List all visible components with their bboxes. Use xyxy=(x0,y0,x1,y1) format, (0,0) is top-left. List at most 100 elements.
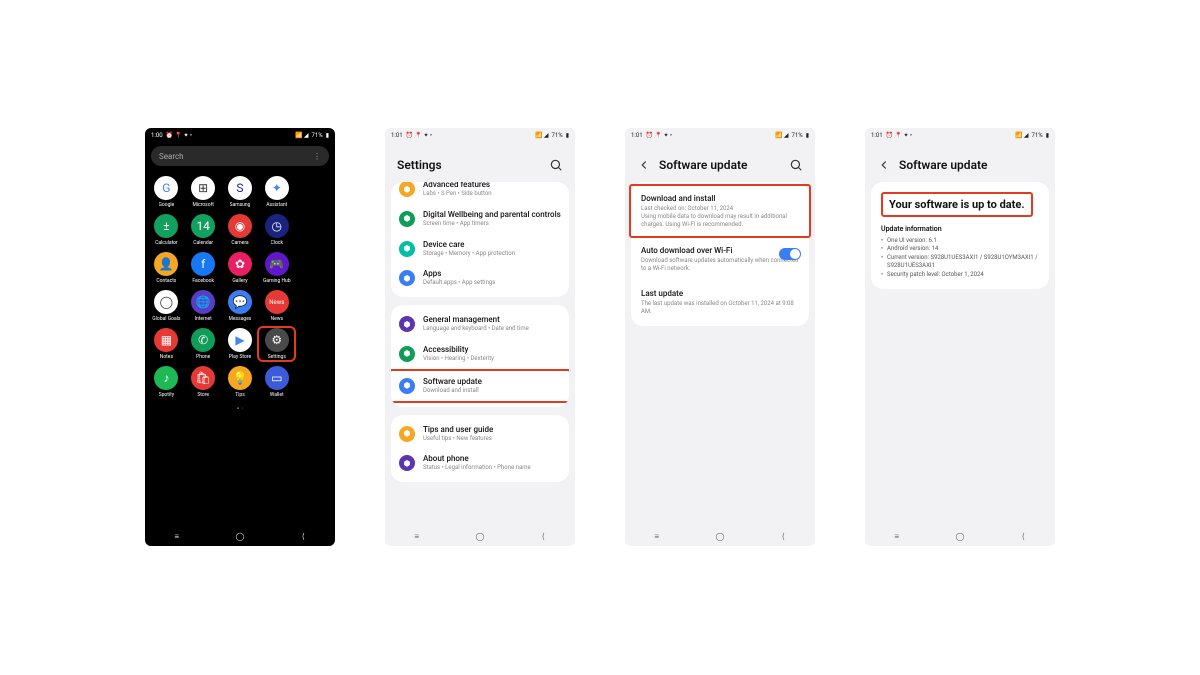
app-label: Camera xyxy=(231,240,248,246)
settings-item-general-management[interactable]: ⬢General managementLanguage and keyboard… xyxy=(391,309,569,339)
app-label: Phone xyxy=(196,354,210,360)
settings-item-advanced-features[interactable]: ⬢Advanced featuresLabs • S Pen • Side bu… xyxy=(391,182,569,204)
app-label: Messages xyxy=(229,316,252,322)
app-gallery[interactable]: ✿Gallery xyxy=(223,252,258,284)
swu-item-title: Download and install xyxy=(641,194,799,203)
update-info-bullet: One UI version: 6.1 xyxy=(881,237,1039,245)
swu-item-subtitle: Last checked on: October 11, 2024 Using … xyxy=(641,205,799,228)
back-button[interactable]: ⟨ xyxy=(776,529,790,543)
app-spotify[interactable]: ♪Spotify xyxy=(149,366,184,398)
back-icon[interactable] xyxy=(637,158,651,172)
app-global-goals[interactable]: ◯Global Goals xyxy=(149,290,184,322)
app-gaming-hub[interactable]: 🎮Gaming Hub xyxy=(259,252,294,284)
app-tips[interactable]: 💡Tips xyxy=(223,366,258,398)
app-label: Gaming Hub xyxy=(263,278,291,284)
app-label: Clock xyxy=(271,240,283,246)
battery-text: 71% xyxy=(552,132,563,139)
app-phone[interactable]: ✆ Phone xyxy=(186,328,221,360)
Store-icon: 🛍 xyxy=(191,366,215,390)
app-internet[interactable]: 🌐Internet xyxy=(186,290,221,322)
back-button[interactable]: ⟨ xyxy=(296,529,310,543)
home-button[interactable]: ◯ xyxy=(473,529,487,543)
settings-item-software-update[interactable]: ⬢Software updateDownload and install xyxy=(391,369,569,403)
app-notes[interactable]: ▦Notes xyxy=(149,328,184,360)
Spotify-icon: ♪ xyxy=(154,366,178,390)
Microsoft-icon: ⊞ xyxy=(191,176,215,200)
status-indicator-icons: ⏰ 📍 ✦ • xyxy=(166,132,192,139)
settings-item-title: General management xyxy=(423,315,561,324)
app-calendar[interactable]: 14Calendar xyxy=(186,214,221,246)
battery-icon: ▮ xyxy=(326,132,329,139)
app-contacts[interactable]: 👤Contacts xyxy=(149,252,184,284)
signal-icon: 📶 ◢ xyxy=(295,132,309,139)
app-label: Store xyxy=(197,392,209,398)
recents-button[interactable]: ≡ xyxy=(410,529,424,543)
app-label: Play Store xyxy=(229,354,251,360)
app-microsoft[interactable]: ⊞Microsoft xyxy=(186,176,221,208)
home-button[interactable]: ◯ xyxy=(713,529,727,543)
settings-item-digital-wellbeing-and-parental-controls[interactable]: ⬢Digital Wellbeing and parental controls… xyxy=(391,204,569,234)
battery-icon: ▮ xyxy=(566,132,569,139)
app-news[interactable]: NewsNews xyxy=(259,290,294,322)
settings-item-apps[interactable]: ⬢AppsDefault apps • App settings xyxy=(391,263,569,293)
signal-icon: 📶 ◢ xyxy=(535,132,549,139)
settings-item-icon: ⬢ xyxy=(399,346,415,362)
search-icon[interactable] xyxy=(549,158,563,172)
status-indicator-icons: ⏰ 📍 ✦ • xyxy=(406,132,432,139)
search-placeholder: Search xyxy=(159,152,184,161)
status-bar: 1:01 ⏰ 📍 ✦ • 📶 ◢ 71% ▮ xyxy=(865,128,1055,142)
navigation-bar: ≡ ◯ ⟨ xyxy=(865,526,1055,546)
recents-button[interactable]: ≡ xyxy=(890,529,904,543)
app-facebook[interactable]: fFacebook xyxy=(186,252,221,284)
settings-header: Settings xyxy=(385,142,575,182)
home-button[interactable]: ◯ xyxy=(953,529,967,543)
app-camera[interactable]: ◉Camera xyxy=(223,214,258,246)
swu-item-auto-download-over-wi-fi[interactable]: Auto download over Wi-FiDownload softwar… xyxy=(631,238,809,281)
navigation-bar: ≡ ◯ ⟨ xyxy=(145,526,335,546)
app-label: Samsung xyxy=(230,202,251,208)
back-button[interactable]: ⟨ xyxy=(536,529,550,543)
swu-item-download-and-install[interactable]: Download and install Last checked on: Oct… xyxy=(629,184,811,238)
app-google[interactable]: GGoogle xyxy=(149,176,184,208)
settings-item-icon: ⬢ xyxy=(399,378,415,394)
status-bar: 1:01 ⏰ 📍 ✦ • 📶 ◢ 71% ▮ xyxy=(385,128,575,142)
app-samsung[interactable]: SSamsung xyxy=(223,176,258,208)
home-button[interactable]: ◯ xyxy=(233,529,247,543)
settings-item-icon: ⬢ xyxy=(399,270,415,286)
more-icon[interactable]: ⋮ xyxy=(313,152,321,161)
status-indicator-icons: ⏰ 📍 ✦ • xyxy=(646,132,672,139)
app-clock[interactable]: ◷Clock xyxy=(259,214,294,246)
update-info-list: One UI version: 6.1Android version: 14Cu… xyxy=(881,237,1039,279)
app-messages[interactable]: 💬Messages xyxy=(223,290,258,322)
recents-button[interactable]: ≡ xyxy=(170,529,184,543)
back-icon[interactable] xyxy=(877,158,891,172)
settings-item-device-care[interactable]: ⬢Device careStorage • Memory • App prote… xyxy=(391,234,569,264)
app-settings[interactable]: ⚙Settings xyxy=(259,328,294,360)
app-play-store[interactable]: ▶Play Store xyxy=(223,328,258,360)
settings-item-icon: ⬢ xyxy=(399,455,415,471)
clock-text: 1:01 xyxy=(391,132,403,139)
settings-item-subtitle: Vision • Hearing • Dexterity xyxy=(423,355,561,363)
search-input[interactable]: Search ⋮ xyxy=(151,146,329,166)
app-wallet[interactable]: ▭Wallet xyxy=(259,366,294,398)
search-icon[interactable] xyxy=(789,158,803,172)
settings-item-accessibility[interactable]: ⬢AccessibilityVision • Hearing • Dexteri… xyxy=(391,339,569,369)
settings-item-about-phone[interactable]: ⬢About phoneStatus • Legal information •… xyxy=(391,448,569,478)
app-calculator[interactable]: ±Calculator xyxy=(149,214,184,246)
update-status-card: Your software is up to date. Update info… xyxy=(871,182,1049,289)
swu-item-last-update[interactable]: Last updateThe last update was installed… xyxy=(631,281,809,324)
settings-item-subtitle: Status • Legal information • Phone name xyxy=(423,464,561,472)
recents-button[interactable]: ≡ xyxy=(650,529,664,543)
clock-text: 1:01 xyxy=(871,132,883,139)
app-store[interactable]: 🛍 Store xyxy=(186,366,221,398)
settings-item-icon: ⬢ xyxy=(399,211,415,227)
app-assistant[interactable]: ✦Assistant xyxy=(259,176,294,208)
update-info-bullet: Current version: S928U1UES3AXI1 / S928U1… xyxy=(881,254,1039,271)
settings-item-tips-and-user-guide[interactable]: ⬢Tips and user guideUseful tips • New fe… xyxy=(391,419,569,449)
Phone-icon: ✆ xyxy=(191,328,215,352)
app-label: Calendar xyxy=(193,240,213,246)
back-button[interactable]: ⟨ xyxy=(1016,529,1030,543)
swu-item-subtitle: The last update was installed on October… xyxy=(641,300,799,316)
auto-download-toggle[interactable] xyxy=(779,248,801,260)
app-label: News xyxy=(271,316,284,322)
